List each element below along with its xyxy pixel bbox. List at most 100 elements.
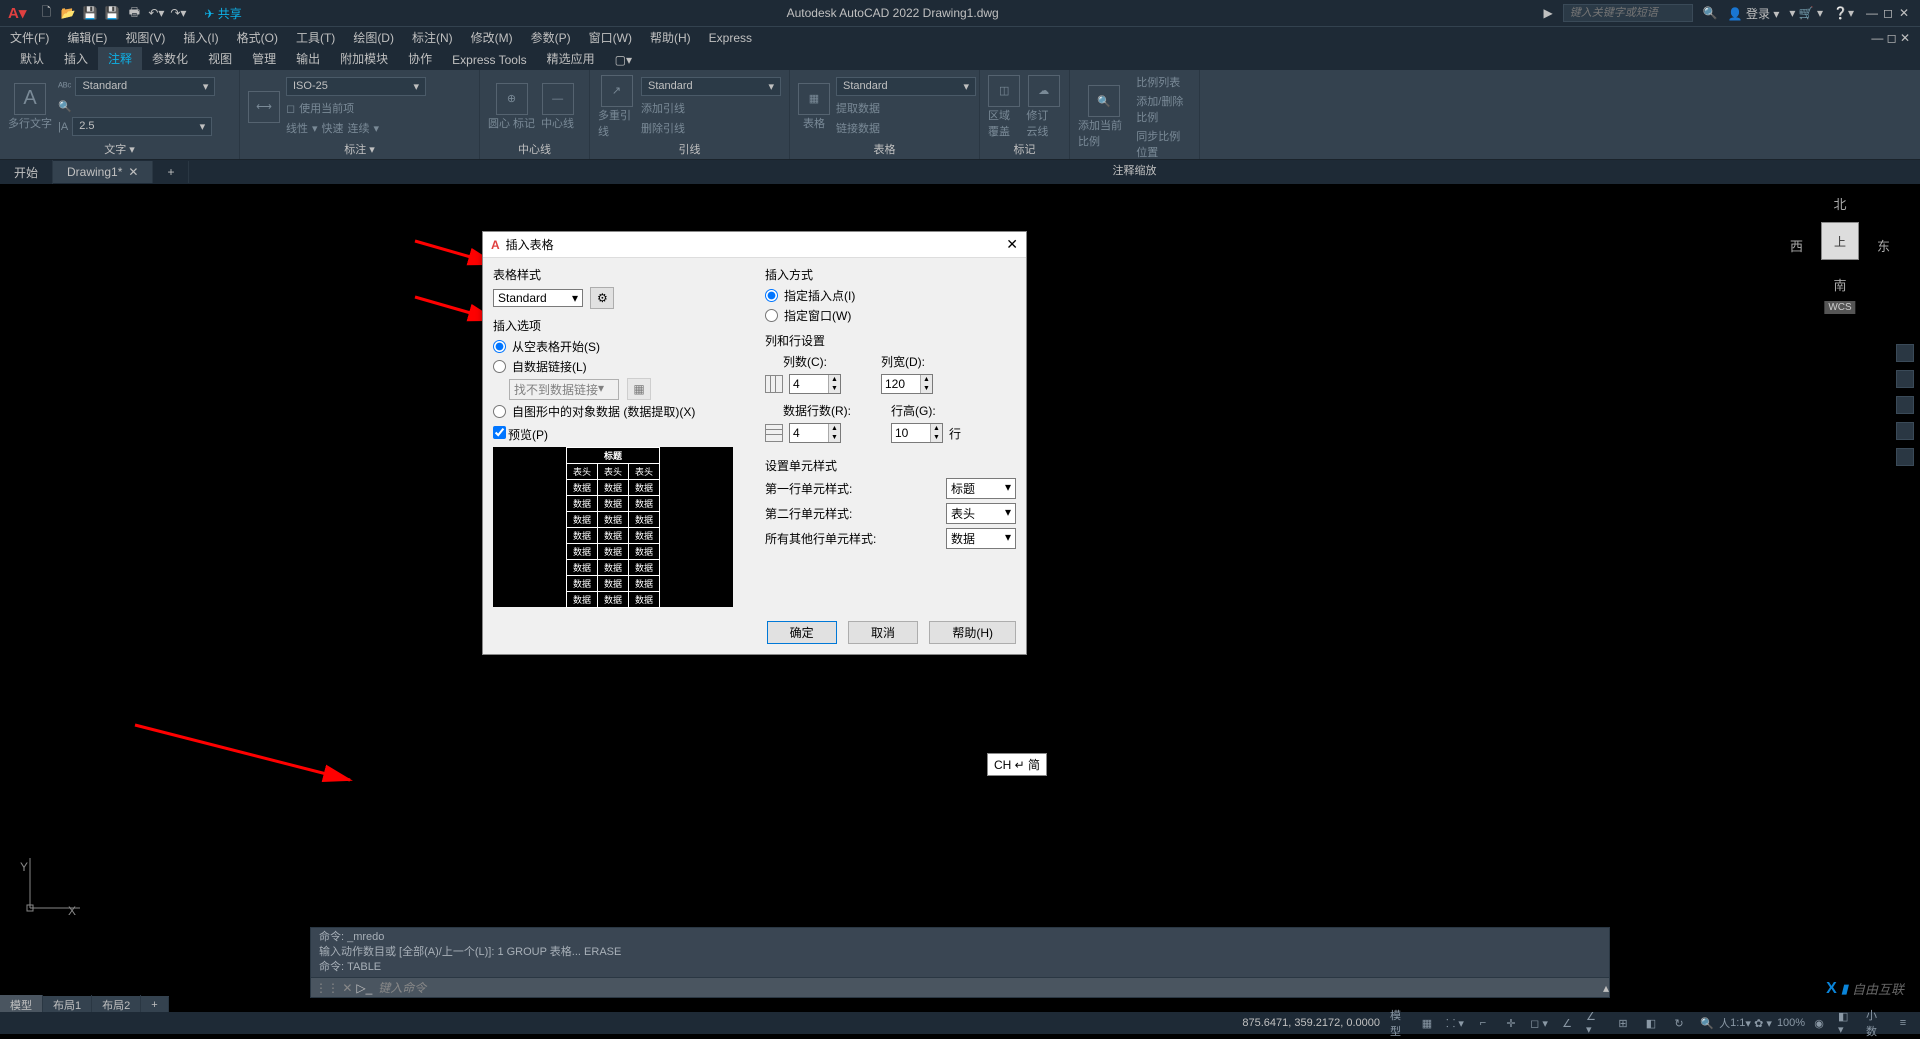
ribbon-tab-view[interactable]: 视图 (198, 47, 242, 70)
otrack-icon[interactable]: ∠ ▾ (1586, 1014, 1604, 1032)
search-icon[interactable]: 🔍 (1703, 6, 1718, 20)
scale-sync[interactable]: 同步比例位置 (1136, 128, 1191, 160)
nav-zoom-icon[interactable] (1896, 396, 1914, 414)
centerline-button[interactable]: —中心线 (541, 83, 574, 131)
menu-express[interactable]: Express (709, 31, 752, 45)
annomonitor-icon[interactable]: 🔍 (1698, 1014, 1716, 1032)
columns-spinner[interactable]: ▲▼ (789, 374, 841, 394)
text-style-dropdown[interactable]: Standard▾ (75, 77, 215, 96)
cancel-button[interactable]: 取消 (848, 621, 918, 644)
addscale-button[interactable]: 🔍添加当前比例 (1078, 85, 1130, 149)
wcs-badge[interactable]: WCS (1824, 301, 1855, 314)
mleader-button[interactable]: ↗多重引线 (598, 75, 635, 139)
menu-modify[interactable]: 修改(M) (471, 29, 513, 46)
colwidth-spinner[interactable]: ▲▼ (881, 374, 933, 394)
new-icon[interactable]: 🗋 (38, 5, 54, 21)
ribbon-tab-annotate[interactable]: 注释 (98, 47, 142, 70)
ribbon-tab-addins[interactable]: 附加模块 (330, 47, 398, 70)
apps-icon[interactable]: ▾ 🛒 ▾ (1789, 6, 1823, 20)
save-icon[interactable]: 💾 (82, 5, 98, 21)
radio-insert-point[interactable] (765, 289, 778, 302)
zoom-value[interactable]: 100% (1782, 1014, 1800, 1032)
saveas-icon[interactable]: 💾 (104, 5, 120, 21)
doc-tab-drawing1[interactable]: Drawing1*✕ (53, 161, 153, 183)
ribbon-tab-insert[interactable]: 插入 (54, 47, 98, 70)
share-button[interactable]: ✈ 共享 (204, 5, 241, 22)
3dosnap-icon[interactable]: ∠ (1558, 1014, 1576, 1032)
viewcube-top[interactable]: 上 (1821, 222, 1859, 260)
ribbon-tab-express[interactable]: Express Tools (442, 50, 536, 70)
doc-tab-start[interactable]: 开始 (0, 160, 53, 185)
doc-window-buttons[interactable]: — ◻ ✕ (1871, 31, 1910, 45)
help-search-input[interactable] (1563, 4, 1693, 22)
nav-orbit-icon[interactable] (1896, 422, 1914, 440)
centermark-button[interactable]: ⊕圆心 标记 (488, 83, 535, 131)
polar-icon[interactable]: ✛ (1502, 1014, 1520, 1032)
annoscale-icon[interactable]: 人 1:1 ▾ (1726, 1014, 1744, 1032)
new-layout-button[interactable]: + (141, 997, 168, 1013)
group-title-dim[interactable]: 标注 ▾ (248, 139, 471, 157)
dim-style-dropdown[interactable]: ISO-25▾ (286, 77, 426, 96)
cmd-drag-handle[interactable]: ⋮⋮ ✕ (311, 981, 356, 995)
hardware-icon[interactable]: ◉ (1810, 1014, 1828, 1032)
row2-combo[interactable]: 表头▾ (946, 503, 1016, 524)
row1-combo[interactable]: 标题▾ (946, 478, 1016, 499)
window-buttons[interactable]: —◻✕ (1864, 6, 1912, 20)
menu-view[interactable]: 视图(V) (125, 29, 165, 46)
table-style-settings-button[interactable]: ⚙ (590, 287, 614, 309)
menu-help[interactable]: 帮助(H) (650, 29, 691, 46)
isoplane-icon[interactable]: ◧ ▾ (1838, 1014, 1856, 1032)
osnap-icon[interactable]: ◻ ▾ (1530, 1014, 1548, 1032)
scale-adddel[interactable]: 添加/删除比例 (1136, 93, 1191, 125)
preview-checkbox[interactable] (493, 426, 506, 439)
menu-tools[interactable]: 工具(T) (296, 29, 335, 46)
menu-parametric[interactable]: 参数(P) (531, 29, 571, 46)
plot-icon[interactable]: 🖶 (126, 5, 142, 21)
grid-icon[interactable]: ▦ (1418, 1014, 1436, 1032)
ok-button[interactable]: 确定 (767, 621, 837, 644)
table-button[interactable]: ▦表格 (798, 83, 830, 131)
dialog-close-icon[interactable]: ✕ (1006, 236, 1018, 253)
wipeout-button[interactable]: ◫区域覆盖 (988, 75, 1020, 139)
menu-format[interactable]: 格式(O) (237, 29, 278, 46)
model-button[interactable]: 模型 (1390, 1014, 1408, 1032)
cycling-icon[interactable]: ↻ (1670, 1014, 1688, 1032)
scale-list[interactable]: 比例列表 (1136, 74, 1191, 90)
leader-style-dropdown[interactable]: Standard▾ (641, 77, 781, 96)
nav-showmotion-icon[interactable] (1896, 448, 1914, 466)
radio-extract[interactable] (493, 405, 506, 418)
ribbon-tab-featured[interactable]: 精选应用 (537, 47, 605, 70)
table-style-combo[interactable]: Standard▾ (493, 289, 583, 307)
radio-empty-table[interactable] (493, 340, 506, 353)
ribbon-tab-collab[interactable]: 协作 (398, 47, 442, 70)
other-combo[interactable]: 数据▾ (946, 528, 1016, 549)
undo-icon[interactable]: ↶▾ (148, 5, 164, 21)
login-button[interactable]: 👤 登录 ▾ (1728, 5, 1780, 22)
ribbon-tab-output[interactable]: 输出 (286, 47, 330, 70)
group-title-text[interactable]: 文字 ▾ (8, 139, 231, 157)
lineweight-icon[interactable]: ⊞ (1614, 1014, 1632, 1032)
rowheight-spinner[interactable]: ▲▼ (891, 423, 943, 443)
workspace-icon[interactable]: ✿ ▾ (1754, 1014, 1772, 1032)
ribbon-tab-default[interactable]: 默认 (10, 47, 54, 70)
units-button[interactable]: 小数 (1866, 1014, 1884, 1032)
table-style-dropdown[interactable]: Standard▾ (836, 77, 976, 96)
ribbon-tab-manage[interactable]: 管理 (242, 47, 286, 70)
rows-spinner[interactable]: ▲▼ (789, 423, 841, 443)
menu-edit[interactable]: 编辑(E) (67, 29, 107, 46)
view-cube[interactable]: 北 南 西 东 上 WCS (1790, 194, 1890, 314)
transparency-icon[interactable]: ◧ (1642, 1014, 1660, 1032)
menu-window[interactable]: 窗口(W) (589, 29, 632, 46)
menu-draw[interactable]: 绘图(D) (353, 29, 394, 46)
dimension-button[interactable]: ⟷ (248, 91, 280, 123)
revcloud-button[interactable]: ☁修订 云线 (1026, 75, 1061, 139)
new-tab-button[interactable]: + (153, 161, 189, 183)
nav-pan-icon[interactable] (1896, 370, 1914, 388)
snap-icon[interactable]: ⸬ ▾ (1446, 1014, 1464, 1032)
help-button[interactable]: 帮助(H) (929, 621, 1016, 644)
mtext-button[interactable]: A多行文字 (8, 83, 52, 131)
command-input[interactable]: 键入命令 (372, 979, 1603, 996)
close-tab-icon[interactable]: ✕ (128, 165, 138, 179)
ortho-icon[interactable]: ⌐ (1474, 1014, 1492, 1032)
redo-icon[interactable]: ↷▾ (170, 5, 186, 21)
